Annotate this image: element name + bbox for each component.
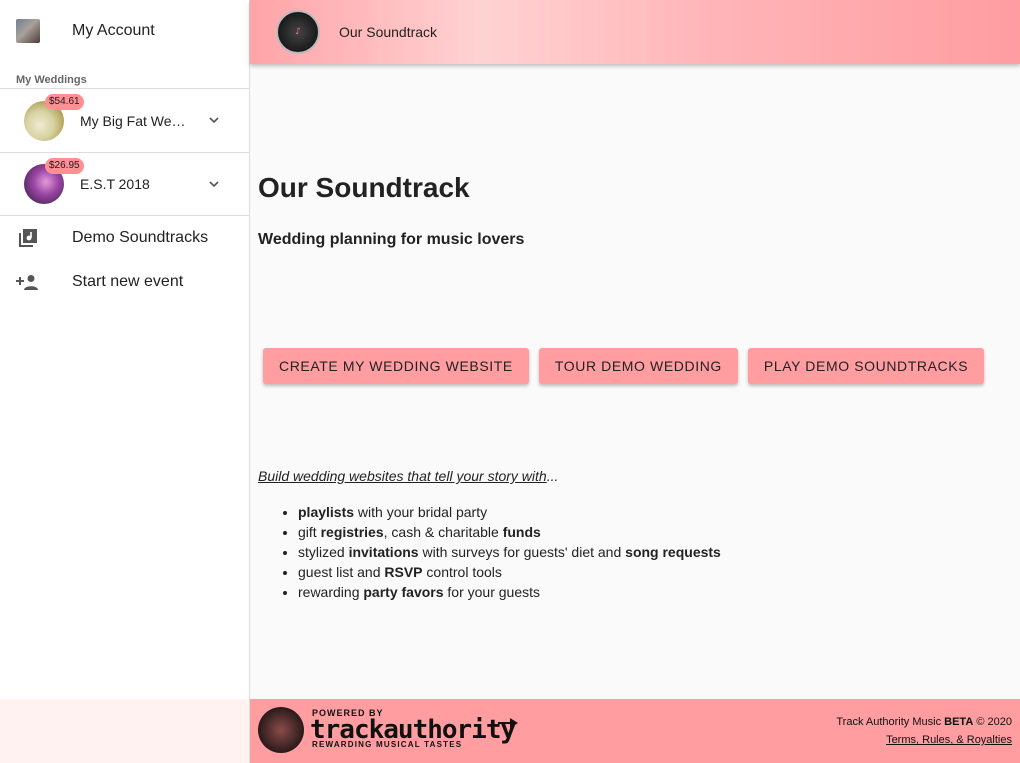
feature-keyword: invitations <box>348 544 419 560</box>
feature-keyword: party favors <box>363 584 444 600</box>
price-badge: $26.95 <box>45 158 84 174</box>
feature-keyword: funds <box>502 524 541 540</box>
feature-item: rewarding party favors for your guests <box>298 582 721 602</box>
nav-item-label: Demo Soundtracks <box>72 229 209 246</box>
account-avatar <box>16 19 40 43</box>
my-account-item[interactable]: My Account <box>0 0 249 62</box>
person-add-icon <box>16 270 40 294</box>
wedding-item[interactable]: $26.95 E.S.T 2018 <box>0 152 249 216</box>
cta-buttons: CREATE MY WEDDING WEBSITE TOUR DEMO WEDD… <box>263 348 985 384</box>
price-badge: $54.61 <box>45 94 84 110</box>
create-wedding-website-button[interactable]: CREATE MY WEDDING WEBSITE <box>263 348 529 384</box>
copyright-year: © 2020 <box>973 716 1012 728</box>
wedding-item[interactable]: $54.61 My Big Fat Wedding <box>0 88 249 152</box>
page-subtitle: Wedding planning for music lovers <box>258 231 525 248</box>
slogan: REWARDING MUSICAL TASTES <box>312 740 463 749</box>
tagline-ellipsis: ... <box>546 468 559 484</box>
arrow-icon <box>498 718 518 728</box>
footer-info: Track Authority Music BETA © 2020 Terms,… <box>836 716 1012 746</box>
feature-keyword: playlists <box>298 504 355 520</box>
beta-label: BETA <box>944 716 974 728</box>
feature-text: stylized <box>298 544 349 560</box>
page-title: Our Soundtrack <box>258 172 470 203</box>
feature-text: control tools <box>422 564 502 580</box>
feature-keyword: registries <box>320 524 384 540</box>
feature-item: gift registries, cash & charitable funds <box>298 522 721 542</box>
my-account-label: My Account <box>72 22 155 39</box>
feature-text: with your bridal party <box>354 504 488 520</box>
track-authority-logo <box>258 707 304 753</box>
feature-item: playlists with your bridal party <box>298 502 721 522</box>
feature-text: rewarding <box>298 584 364 600</box>
nav-item-label: Start new event <box>72 273 184 290</box>
feature-item: guest list and RSVP control tools <box>298 562 721 582</box>
library-music-icon <box>16 226 40 250</box>
sidebar: My Account My Weddings $54.61 My Big Fat… <box>0 0 250 699</box>
feature-text: , cash & charitable <box>383 524 503 540</box>
terms-link[interactable]: Terms, Rules, & Royalties <box>836 734 1012 746</box>
feature-keyword: song requests <box>625 544 721 560</box>
app-header: ♪ Our Soundtrack <box>250 0 1020 64</box>
feature-text: for your guests <box>443 584 541 600</box>
feature-list: playlists with your bridal partygift reg… <box>298 502 721 602</box>
tagline-text: Build wedding websites that tell your st… <box>258 468 547 484</box>
feature-text: gift <box>298 524 321 540</box>
wedding-name: E.S.T 2018 <box>80 176 150 192</box>
chevron-down-icon[interactable] <box>209 179 219 189</box>
feature-text: guest list and <box>298 564 385 580</box>
sidebar-footer <box>0 699 250 763</box>
nav-item-demo-soundtracks[interactable]: Demo Soundtracks <box>0 216 249 260</box>
copyright: Track Authority Music BETA © 2020 <box>836 716 1012 728</box>
my-weddings-heading: My Weddings <box>16 74 87 86</box>
tagline: Build wedding websites that tell your st… <box>258 468 558 484</box>
nav-item-start-new-event[interactable]: Start new event <box>0 260 249 304</box>
soundtrack-logo[interactable]: ♪ <box>276 10 320 54</box>
chevron-down-icon[interactable] <box>209 115 219 125</box>
feature-keyword: RSVP <box>384 564 423 580</box>
play-demo-soundtracks-button[interactable]: PLAY DEMO SOUNDTRACKS <box>747 348 985 384</box>
footer: POWERED BY trackauthority REWARDING MUSI… <box>250 699 1020 763</box>
header-title: Our Soundtrack <box>339 24 438 40</box>
feature-text: with surveys for guests' diet and <box>418 544 626 560</box>
feature-item: stylized invitations with surveys for gu… <box>298 542 721 562</box>
tour-demo-wedding-button[interactable]: TOUR DEMO WEDDING <box>538 348 738 384</box>
copyright-prefix: Track Authority Music <box>836 716 945 728</box>
wedding-name: My Big Fat Wedding <box>80 112 192 129</box>
